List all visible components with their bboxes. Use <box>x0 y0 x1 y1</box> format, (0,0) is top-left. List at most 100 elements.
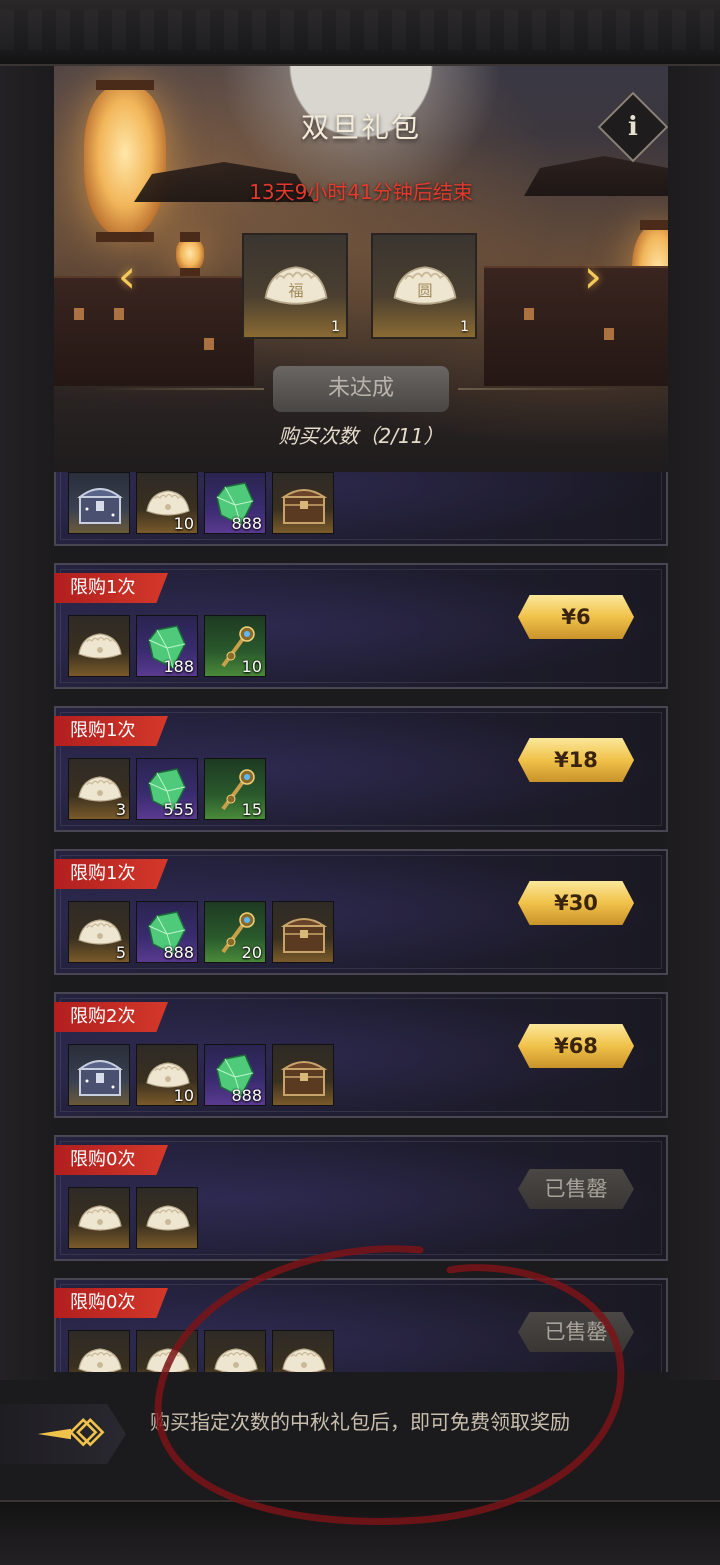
reward-slot[interactable]: 圆 1 <box>371 233 477 339</box>
dumpling-icon <box>282 1348 326 1372</box>
pack-items: 10 888 <box>68 472 334 534</box>
banner-title: 双旦礼包 <box>300 111 421 144</box>
buy-button[interactable]: ¥68 <box>518 1024 634 1068</box>
dumpling-icon <box>78 633 122 659</box>
item-slot[interactable]: 10 <box>136 472 198 534</box>
silver-chest-icon <box>77 1060 123 1096</box>
gift-pack-card[interactable]: 限购1次 188 10 ¥6 <box>54 563 668 689</box>
reward-hint-text: 购买指定次数的中秋礼包后，即可免费领取奖励 <box>150 1410 570 1434</box>
svg-text:圆: 圆 <box>417 282 432 300</box>
building-decoration <box>54 276 254 386</box>
pack-items <box>68 1330 334 1372</box>
item-slot[interactable] <box>272 901 334 963</box>
dumpling-icon <box>146 1348 190 1372</box>
item-slot[interactable]: 888 <box>136 901 198 963</box>
dumpling-icon <box>146 1205 190 1231</box>
purchase-limit-tag: 限购1次 <box>54 716 168 746</box>
prev-arrow-icon[interactable]: ‹ <box>114 248 140 304</box>
gift-pack-card[interactable]: 限购0次已售罄 <box>54 1135 668 1261</box>
pack-items: 188 10 <box>68 615 266 677</box>
building-decoration <box>484 266 668 386</box>
buy-button[interactable]: ¥6 <box>518 595 634 639</box>
item-slot[interactable] <box>68 1330 130 1372</box>
item-slot[interactable] <box>136 1330 198 1372</box>
dumpling-icon <box>78 1348 122 1372</box>
bottom-bar: 购买指定次数的中秋礼包后，即可免费领取奖励 <box>0 1380 720 1500</box>
gift-banner: 双旦礼包 i 13天9小时41分钟后结束 ‹ › 福 1 圆 1 未达成 购买次… <box>54 66 668 472</box>
pack-items: 10 888 <box>68 1044 334 1106</box>
info-button[interactable]: i <box>597 91 668 163</box>
gift-pack-card[interactable]: 10 888 <box>54 472 668 546</box>
right-frame-rail <box>666 66 720 1496</box>
divider-line <box>458 388 628 390</box>
reward-slot[interactable]: 福 1 <box>242 233 348 339</box>
item-quantity: 3 <box>115 800 126 819</box>
purchase-limit-tag: 限购2次 <box>54 1002 168 1032</box>
item-quantity: 10 <box>173 514 194 533</box>
purchase-limit-tag: 限购1次 <box>54 573 168 603</box>
sold-out-button[interactable]: 已售罄 <box>518 1169 634 1209</box>
buy-button[interactable]: ¥18 <box>518 738 634 782</box>
wooden-chest-icon <box>280 918 328 953</box>
item-slot[interactable]: 3 <box>68 758 130 820</box>
item-slot[interactable] <box>204 1330 266 1372</box>
next-arrow-icon[interactable]: › <box>580 248 606 304</box>
silver-chest-icon <box>77 488 123 524</box>
divider-line <box>94 388 264 390</box>
item-slot[interactable]: 555 <box>136 758 198 820</box>
item-slot[interactable]: 10 <box>204 615 266 677</box>
left-frame-rail <box>0 66 54 1496</box>
item-slot[interactable] <box>68 1187 130 1249</box>
item-slot[interactable] <box>68 472 130 534</box>
pack-items: 3 555 15 <box>68 758 266 820</box>
wooden-chest-icon <box>280 1061 328 1096</box>
purchase-limit-tag: 限购1次 <box>54 859 168 889</box>
wooden-chest-icon <box>280 489 328 524</box>
pack-items <box>68 1187 198 1249</box>
top-frame <box>0 0 720 66</box>
item-quantity: 888 <box>231 514 262 533</box>
item-slot[interactable]: 888 <box>204 1044 266 1106</box>
reward-count: 1 <box>460 319 469 335</box>
item-slot[interactable]: 20 <box>204 901 266 963</box>
gift-pack-card[interactable]: 限购0次已售罄 <box>54 1278 668 1372</box>
item-slot[interactable]: 188 <box>136 615 198 677</box>
dumpling-icon <box>78 1205 122 1231</box>
countdown-timer: 13天9小时41分钟后结束 <box>249 180 473 204</box>
reward-count: 1 <box>331 319 340 335</box>
item-quantity: 5 <box>115 943 126 962</box>
dumpling-icon <box>214 1348 258 1372</box>
gift-pack-card[interactable]: 限购2次 10 888 ¥68 <box>54 992 668 1118</box>
claim-status-button[interactable]: 未达成 <box>273 366 449 412</box>
item-quantity: 10 <box>241 657 262 676</box>
item-slot[interactable] <box>68 1044 130 1106</box>
item-quantity: 188 <box>163 657 194 676</box>
item-slot[interactable]: 10 <box>136 1044 198 1106</box>
pack-items: 5 888 20 <box>68 901 334 963</box>
info-icon: i <box>628 111 638 142</box>
purchase-limit-tag: 限购0次 <box>54 1145 168 1175</box>
gift-pack-card[interactable]: 限购1次 3 555 15 ¥18 <box>54 706 668 832</box>
item-slot[interactable] <box>272 1330 334 1372</box>
svg-text:福: 福 <box>288 282 303 300</box>
bottom-frame <box>0 1500 720 1565</box>
sold-out-button[interactable]: 已售罄 <box>518 1312 634 1352</box>
dumpling-icon: 福 <box>264 266 328 305</box>
item-slot[interactable] <box>68 615 130 677</box>
gift-pack-card[interactable]: 限购1次 5 888 20 ¥30 <box>54 849 668 975</box>
back-arrow-icon <box>37 1418 105 1447</box>
item-slot[interactable] <box>272 1044 334 1106</box>
item-slot[interactable] <box>272 472 334 534</box>
dumpling-icon: 圆 <box>393 266 457 305</box>
back-button[interactable] <box>0 1404 126 1464</box>
purchase-limit-tag: 限购0次 <box>54 1288 168 1318</box>
item-quantity: 555 <box>163 800 194 819</box>
item-slot[interactable]: 888 <box>204 472 266 534</box>
item-slot[interactable]: 15 <box>204 758 266 820</box>
item-slot[interactable]: 5 <box>68 901 130 963</box>
item-quantity: 15 <box>241 800 262 819</box>
pack-list[interactable]: 10 888 限购1次 188 10 ¥6 限购1次 3 555 15 ¥18 限购1次 5 888 20 ¥… <box>54 472 668 1372</box>
item-slot[interactable] <box>136 1187 198 1249</box>
purchase-count-label: 购买次数（2/11） <box>278 424 444 448</box>
buy-button[interactable]: ¥30 <box>518 881 634 925</box>
